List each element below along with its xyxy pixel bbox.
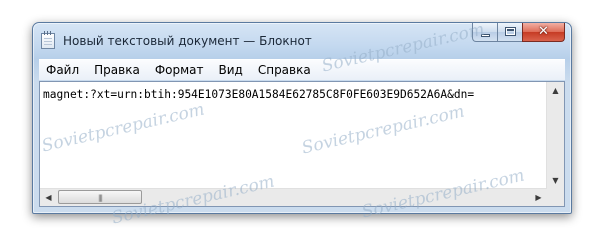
menu-format[interactable]: Формат — [148, 63, 212, 77]
menu-bar: Файл Правка Формат Вид Справка — [39, 59, 565, 80]
horizontal-scrollbar[interactable]: ◀ ||| ▶ — [40, 188, 547, 206]
window-title: Новый текстовый документ — Блокнот — [63, 34, 312, 48]
notepad-icon[interactable] — [41, 31, 55, 49]
horizontal-scroll-thumb[interactable]: ||| — [58, 190, 142, 204]
menu-help[interactable]: Справка — [251, 63, 319, 77]
size-grip[interactable] — [547, 189, 564, 206]
grip-icon: ||| — [97, 194, 103, 202]
text-editor[interactable]: magnet:?xt=urn:btih:954E1073E80A1584E627… — [39, 81, 565, 207]
document-text[interactable]: magnet:?xt=urn:btih:954E1073E80A1584E627… — [43, 88, 546, 101]
notepad-window: Новый текстовый документ — Блокнот ✕ Фай… — [32, 22, 572, 214]
close-icon: ✕ — [538, 24, 549, 39]
scroll-down-icon[interactable]: ▼ — [547, 172, 564, 189]
close-button[interactable]: ✕ — [522, 23, 565, 42]
maximize-button[interactable] — [497, 23, 523, 42]
caption-buttons: ✕ — [472, 23, 565, 43]
scroll-up-icon[interactable]: ▲ — [547, 82, 564, 99]
maximize-icon — [505, 27, 516, 36]
menu-edit[interactable]: Правка — [87, 63, 148, 77]
vertical-scrollbar[interactable]: ▲ ▼ — [546, 82, 564, 189]
minimize-button[interactable] — [472, 23, 498, 42]
scroll-right-icon[interactable]: ▶ — [530, 189, 547, 206]
scroll-left-icon[interactable]: ◀ — [40, 189, 57, 206]
menu-view[interactable]: Вид — [212, 63, 251, 77]
title-bar[interactable]: Новый текстовый документ — Блокнот ✕ — [33, 23, 571, 55]
menu-file[interactable]: Файл — [39, 63, 87, 77]
minimize-icon — [481, 34, 490, 37]
